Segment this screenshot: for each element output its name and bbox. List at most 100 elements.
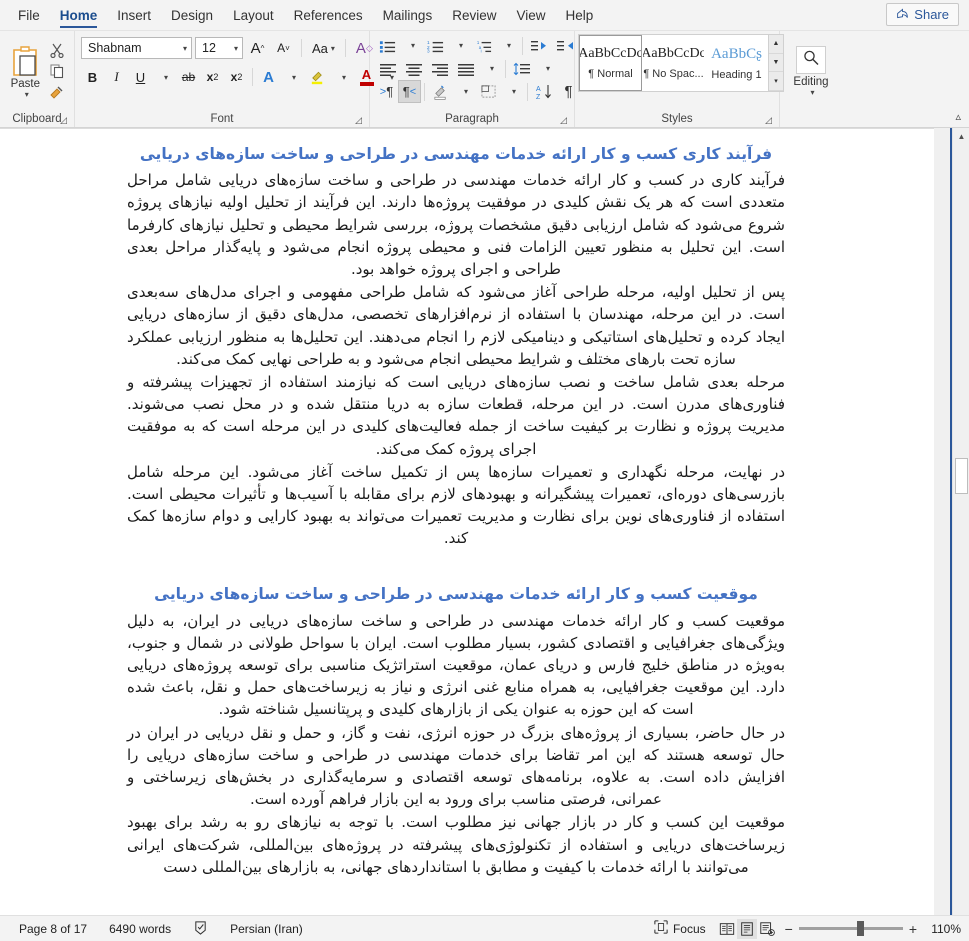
tab-view[interactable]: View: [506, 6, 555, 30]
multilevel-list-button[interactable]: 1ai: [471, 34, 496, 57]
subscript-button[interactable]: x2: [201, 66, 224, 89]
ribbon-group-font: Shabnam ▾ 12 ▾ A ^ A ˅ Aa ▾ A ◇ B I U ▾ …: [75, 31, 394, 127]
cut-icon[interactable]: [46, 40, 68, 59]
tab-layout[interactable]: Layout: [223, 6, 284, 30]
paste-dropdown-chevron-icon[interactable]: ▾: [25, 90, 29, 99]
text-effects-button[interactable]: A: [257, 66, 280, 89]
word-count[interactable]: 6490 words: [98, 922, 182, 936]
tab-home[interactable]: Home: [50, 6, 108, 30]
line-spacing-button[interactable]: [509, 57, 535, 80]
divider: [301, 39, 302, 57]
tab-insert[interactable]: Insert: [107, 6, 161, 30]
font-name-combo[interactable]: Shabnam ▾: [81, 37, 192, 59]
read-mode-button[interactable]: [717, 919, 737, 939]
grow-font-button[interactable]: A ^: [246, 37, 269, 60]
align-left-button[interactable]: [375, 57, 401, 80]
svg-text:A: A: [536, 86, 541, 93]
share-label: Share: [914, 7, 949, 22]
numbering-chevron-icon[interactable]: ▾: [448, 34, 471, 57]
zoom-in-button[interactable]: +: [909, 921, 917, 937]
style-normal[interactable]: AaBbCcDc ¶ Normal: [579, 35, 642, 91]
tab-references[interactable]: References: [284, 6, 373, 30]
text-highlight-button[interactable]: [305, 66, 330, 89]
change-case-button[interactable]: Aa ▾: [308, 37, 339, 60]
tab-design[interactable]: Design: [161, 6, 223, 30]
highlight-chevron-icon[interactable]: ▾: [331, 66, 354, 89]
focus-mode-button[interactable]: Focus: [643, 920, 717, 937]
print-layout-button[interactable]: [736, 918, 757, 939]
bold-button[interactable]: B: [81, 66, 104, 89]
status-bar: Page 8 of 17 6490 words Persian (Iran) F…: [0, 915, 969, 941]
font-size-combo[interactable]: 12 ▾: [195, 37, 243, 59]
style-heading-1[interactable]: AaBbCʂ Heading 1: [705, 35, 768, 91]
divider: [522, 36, 523, 55]
editing-chevron-down-icon[interactable]: ▾: [810, 88, 814, 97]
paragraph: در نهایت، مرحله نگهداری و تعمیرات سازه‌ه…: [127, 462, 785, 548]
vertical-scrollbar[interactable]: ▲: [952, 128, 969, 915]
shrink-font-button[interactable]: A ˅: [272, 37, 295, 60]
document-content[interactable]: فرآیند کاری کسب و کار ارائه خدمات مهندسی…: [0, 129, 934, 878]
clipboard-dialog-launcher[interactable]: ◿: [58, 115, 69, 126]
collapse-ribbon-icon[interactable]: ▵: [955, 110, 961, 123]
styles-group-label: Styles ◿: [575, 110, 779, 127]
editing-button[interactable]: [796, 46, 826, 74]
tab-review[interactable]: Review: [442, 6, 506, 30]
paste-button[interactable]: Paste ▾: [5, 43, 46, 99]
align-right-button[interactable]: [427, 57, 453, 80]
zoom-out-button[interactable]: −: [785, 921, 793, 937]
decrease-indent-button[interactable]: [526, 34, 552, 57]
ltr-text-direction-button[interactable]: > ¶: [375, 80, 398, 103]
borders-button[interactable]: [476, 80, 501, 103]
tab-help[interactable]: Help: [556, 6, 604, 30]
zoom-thumb[interactable]: [856, 921, 864, 936]
superscript-button[interactable]: x2: [225, 66, 248, 89]
scroll-up-icon[interactable]: ▲: [953, 128, 969, 145]
tab-file[interactable]: File: [8, 6, 50, 30]
underline-button[interactable]: U: [129, 66, 152, 89]
share-button[interactable]: Share: [886, 3, 959, 26]
tab-mailings[interactable]: Mailings: [373, 6, 443, 30]
paragraph-group-label: Paragraph ◿: [370, 110, 574, 127]
scrollbar-thumb[interactable]: [955, 458, 968, 494]
chevron-down-icon: ▾: [233, 43, 238, 53]
underline-dropdown-chevron-icon[interactable]: ▾: [153, 66, 176, 89]
shading-button[interactable]: [428, 80, 453, 103]
italic-button[interactable]: I: [105, 66, 128, 89]
paragraph: مرحله بعدی شامل ساخت و نصب سازه‌های دریا…: [127, 372, 785, 458]
web-layout-button[interactable]: [757, 919, 777, 939]
word-window: File Home Insert Design Layout Reference…: [0, 0, 969, 941]
zoom-slider[interactable]: − +: [777, 921, 925, 937]
proofing-status[interactable]: [182, 920, 219, 938]
document-page[interactable]: فرآیند کاری کسب و کار ارائه خدمات مهندسی…: [0, 128, 934, 915]
style-no-spacing[interactable]: AaBbCcDc ¶ No Spac...: [642, 35, 705, 91]
styles-dialog-launcher[interactable]: ◿: [763, 115, 774, 126]
divider: [252, 68, 253, 86]
text-effects-chevron-icon[interactable]: ▾: [281, 66, 304, 89]
justify-chevron-icon[interactable]: ▾: [479, 57, 502, 80]
zoom-track[interactable]: [798, 921, 903, 936]
line-spacing-chevron-icon[interactable]: ▾: [535, 57, 558, 80]
copy-icon[interactable]: [46, 61, 68, 80]
svg-text:Z: Z: [536, 94, 541, 100]
rtl-text-direction-button[interactable]: ¶ <: [398, 80, 421, 103]
sort-button[interactable]: AZ: [531, 80, 557, 103]
borders-chevron-icon[interactable]: ▾: [501, 80, 524, 103]
focus-icon: [654, 920, 668, 937]
chevron-down-icon: ▾: [182, 43, 187, 53]
zoom-level[interactable]: 110%: [925, 922, 961, 936]
page-indicator[interactable]: Page 8 of 17: [8, 922, 98, 936]
paragraph-dialog-launcher[interactable]: ◿: [558, 115, 569, 126]
language-indicator[interactable]: Persian (Iran): [219, 922, 314, 936]
multilevel-chevron-icon[interactable]: ▾: [496, 34, 519, 57]
align-center-button[interactable]: [401, 57, 427, 80]
bullets-chevron-icon[interactable]: ▾: [400, 34, 423, 57]
clipboard-group-label: Clipboard ◿: [0, 110, 74, 127]
numbering-button[interactable]: 123: [423, 34, 448, 57]
shading-chevron-icon[interactable]: ▾: [453, 80, 476, 103]
justify-button[interactable]: [453, 57, 479, 80]
format-painter-icon[interactable]: [46, 82, 68, 101]
bullets-button[interactable]: [375, 34, 400, 57]
font-dialog-launcher[interactable]: ◿: [353, 115, 364, 126]
strikethrough-button[interactable]: ab: [177, 66, 200, 89]
document-canvas[interactable]: فرآیند کاری کسب و کار ارائه خدمات مهندسی…: [0, 128, 969, 915]
